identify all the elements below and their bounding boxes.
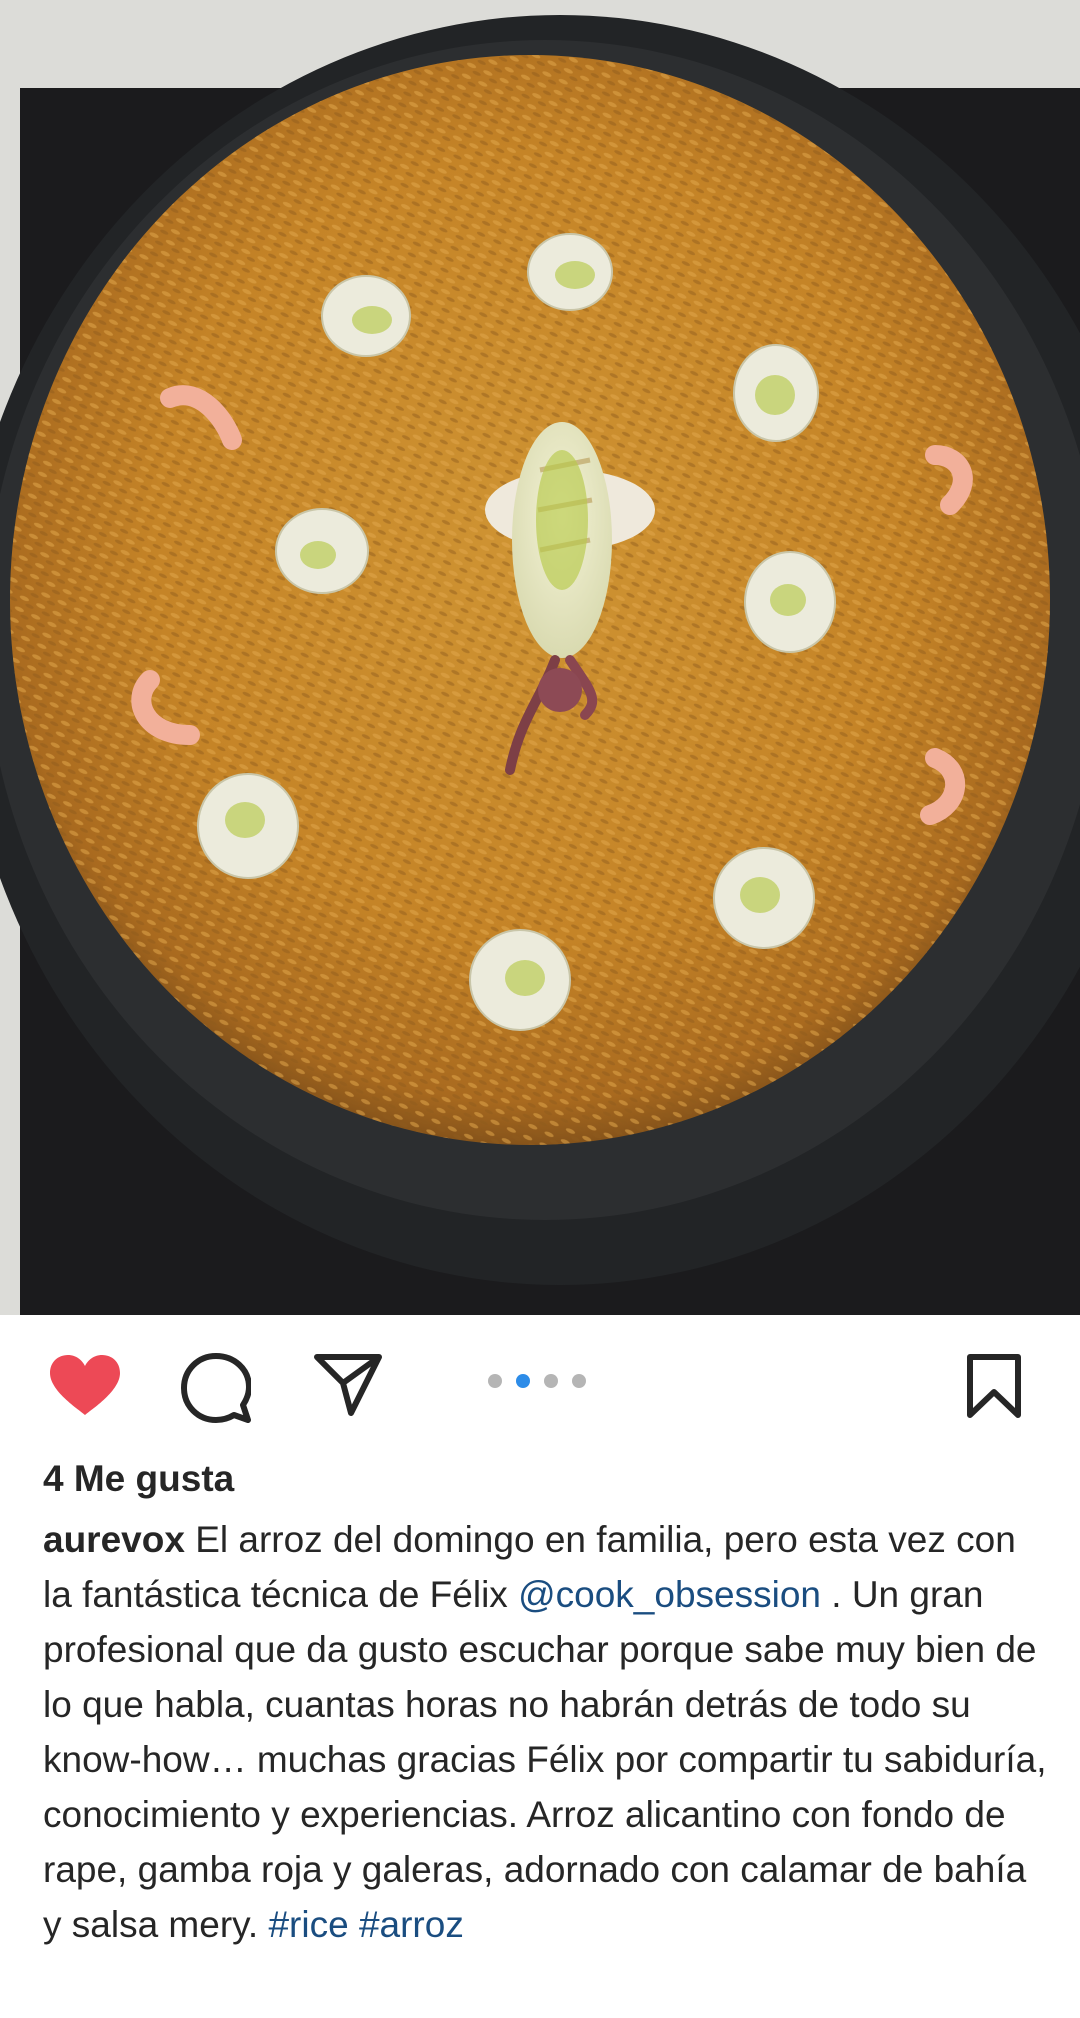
carousel-dot bbox=[488, 1374, 502, 1388]
heart-filled-icon bbox=[50, 1355, 120, 1415]
caption-text: . Un gran profesional que da gusto escuc… bbox=[43, 1574, 1047, 1945]
speech-bubble-icon bbox=[181, 1353, 251, 1423]
caption-hashtag[interactable]: #arroz bbox=[359, 1904, 464, 1945]
paper-plane-icon bbox=[314, 1354, 382, 1416]
share-button[interactable] bbox=[310, 1350, 386, 1420]
comment-button[interactable] bbox=[178, 1350, 254, 1426]
likes-count[interactable]: 4 Me gusta bbox=[43, 1458, 234, 1500]
caption-mention[interactable]: @cook_obsession bbox=[518, 1574, 821, 1615]
paella-image bbox=[0, 0, 1080, 1315]
caption-hashtag[interactable]: #rice bbox=[268, 1904, 348, 1945]
carousel-indicator bbox=[488, 1374, 586, 1388]
post-caption: aurevox El arroz del domingo en familia,… bbox=[43, 1512, 1053, 1952]
bookmark-icon bbox=[967, 1354, 1021, 1418]
carousel-dot bbox=[572, 1374, 586, 1388]
post-photo[interactable] bbox=[0, 0, 1080, 1315]
carousel-dot-active bbox=[516, 1374, 530, 1388]
like-button[interactable] bbox=[44, 1350, 126, 1420]
caption-username[interactable]: aurevox bbox=[43, 1519, 185, 1560]
save-button[interactable] bbox=[962, 1350, 1026, 1422]
carousel-dot bbox=[544, 1374, 558, 1388]
